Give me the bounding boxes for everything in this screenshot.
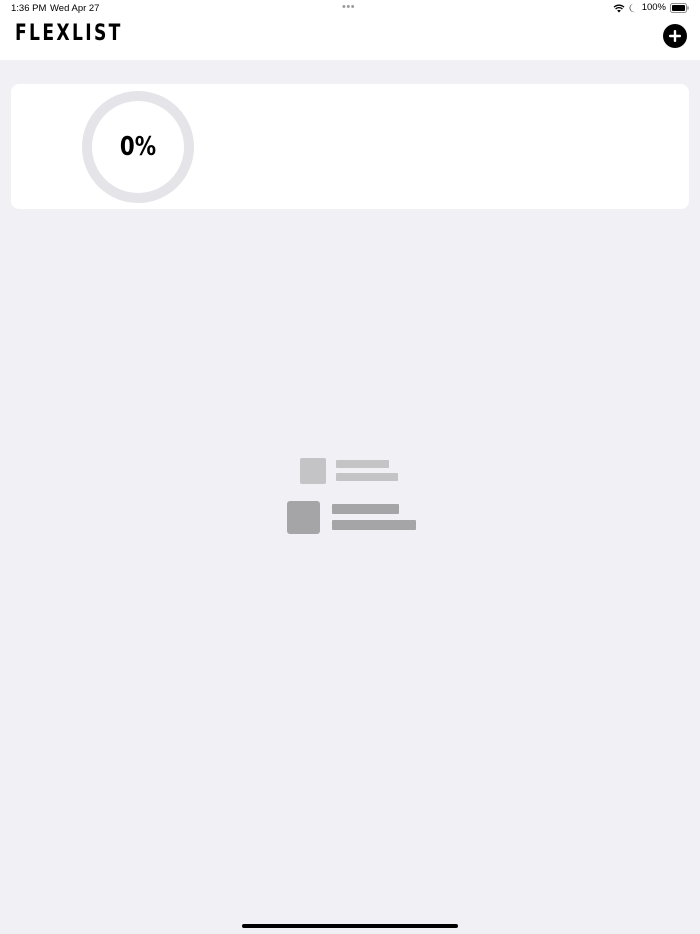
empty-list-icon xyxy=(285,456,420,538)
multitasking-dots[interactable]: ••• xyxy=(342,1,355,13)
home-indicator[interactable] xyxy=(242,924,458,928)
progress-ring: 0% xyxy=(81,90,195,204)
wifi-icon xyxy=(613,3,625,13)
moon-icon xyxy=(629,3,638,13)
status-indicators: 100% xyxy=(613,2,689,13)
progress-percent: 0% xyxy=(119,132,157,162)
status-date: Wed Apr 27 xyxy=(50,3,100,14)
battery-icon xyxy=(670,2,689,13)
navigation-bar: FLEXLIST xyxy=(0,18,700,60)
status-time: 1:36 PM xyxy=(11,3,47,14)
add-button[interactable] xyxy=(663,24,687,48)
app-title: FLEXLIST xyxy=(15,21,123,46)
plus-icon xyxy=(669,30,681,42)
battery-percent: 100% xyxy=(641,2,666,13)
status-bar: 1:36 PM Wed Apr 27 ••• 100% xyxy=(0,0,700,18)
progress-card: 0% xyxy=(11,84,689,209)
